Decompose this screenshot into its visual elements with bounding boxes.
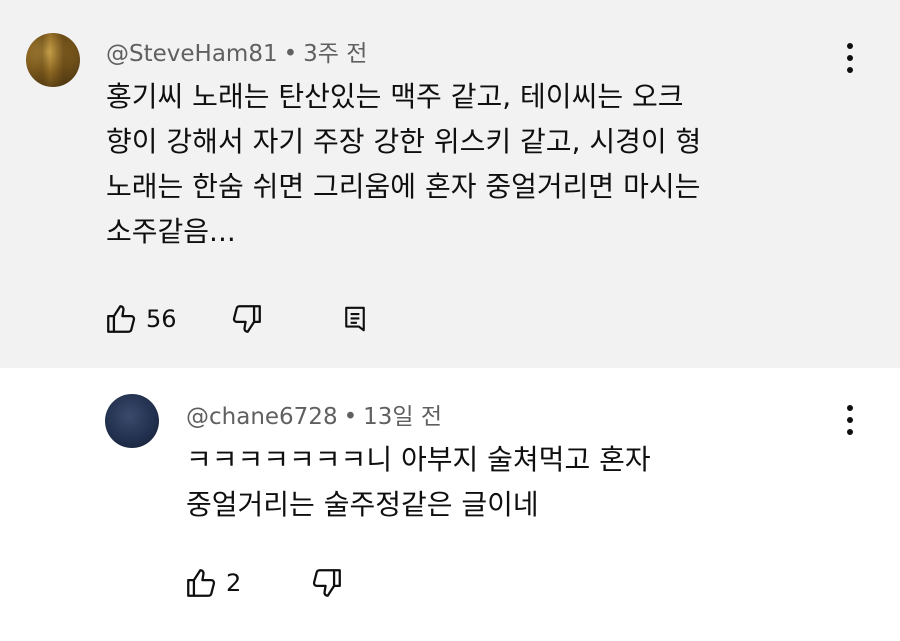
thumb-up-icon (107, 305, 136, 333)
separator-dot: • (343, 404, 358, 430)
comment-text-line: ㅋㅋㅋㅋㅋㅋㅋ니 아부지 술쳐먹고 혼자 (186, 443, 651, 476)
comment-author[interactable]: @chane6728 (186, 404, 338, 430)
avatar[interactable] (26, 33, 80, 87)
more-vert-icon[interactable] (838, 400, 862, 440)
separator-dot: • (283, 41, 298, 67)
reply-icon (345, 306, 365, 332)
like-count: 2 (226, 569, 242, 597)
thumb-down-icon (232, 305, 261, 333)
more-vert-icon[interactable] (838, 38, 862, 78)
like-button[interactable]: 56 (104, 299, 177, 339)
thumb-up-icon (187, 569, 216, 597)
comment-text-line: 노래는 한숨 쉬면 그리움에 혼자 중얼거리면 마시는 (106, 170, 701, 203)
avatar[interactable] (105, 394, 159, 448)
comment-meta: @SteveHam81 • 3주 전 (106, 34, 367, 68)
comment-time[interactable]: 13일 전 (363, 404, 442, 430)
comment-text-line: 중얼거리는 술주정같은 글이네 (186, 488, 539, 521)
comment-time[interactable]: 3주 전 (303, 41, 367, 67)
dislike-button[interactable] (230, 299, 264, 339)
thumb-down-icon (312, 569, 341, 597)
highlighted-comment: @SteveHam81 • 3주 전 홍기씨 노래는 탄산있는 맥주 같고, 테이씨… (0, 0, 900, 368)
like-count: 56 (146, 305, 177, 333)
comment-meta: @chane6728 • 13일 전 (186, 397, 442, 431)
like-button[interactable]: 2 (184, 563, 241, 603)
comment-text: ㅋㅋㅋㅋㅋㅋㅋ니 아부지 술쳐먹고 혼자 중얼거리는 술주정같은 글이네 (186, 437, 651, 527)
comment-text-line: 향이 강해서 자기 주장 강한 위스키 같고, 시경이 형 (106, 125, 702, 158)
comment-text-line: 홍기씨 노래는 탄산있는 맥주 같고, 테이씨는 오크 (106, 80, 684, 113)
comment-author[interactable]: @SteveHam81 (106, 41, 278, 67)
comment-text-line: 소주같음... (106, 215, 236, 248)
comment-text: 홍기씨 노래는 탄산있는 맥주 같고, 테이씨는 오크 향이 강해서 자기 주장… (106, 74, 701, 254)
dislike-button[interactable] (310, 563, 344, 603)
reply-button[interactable] (340, 299, 370, 339)
